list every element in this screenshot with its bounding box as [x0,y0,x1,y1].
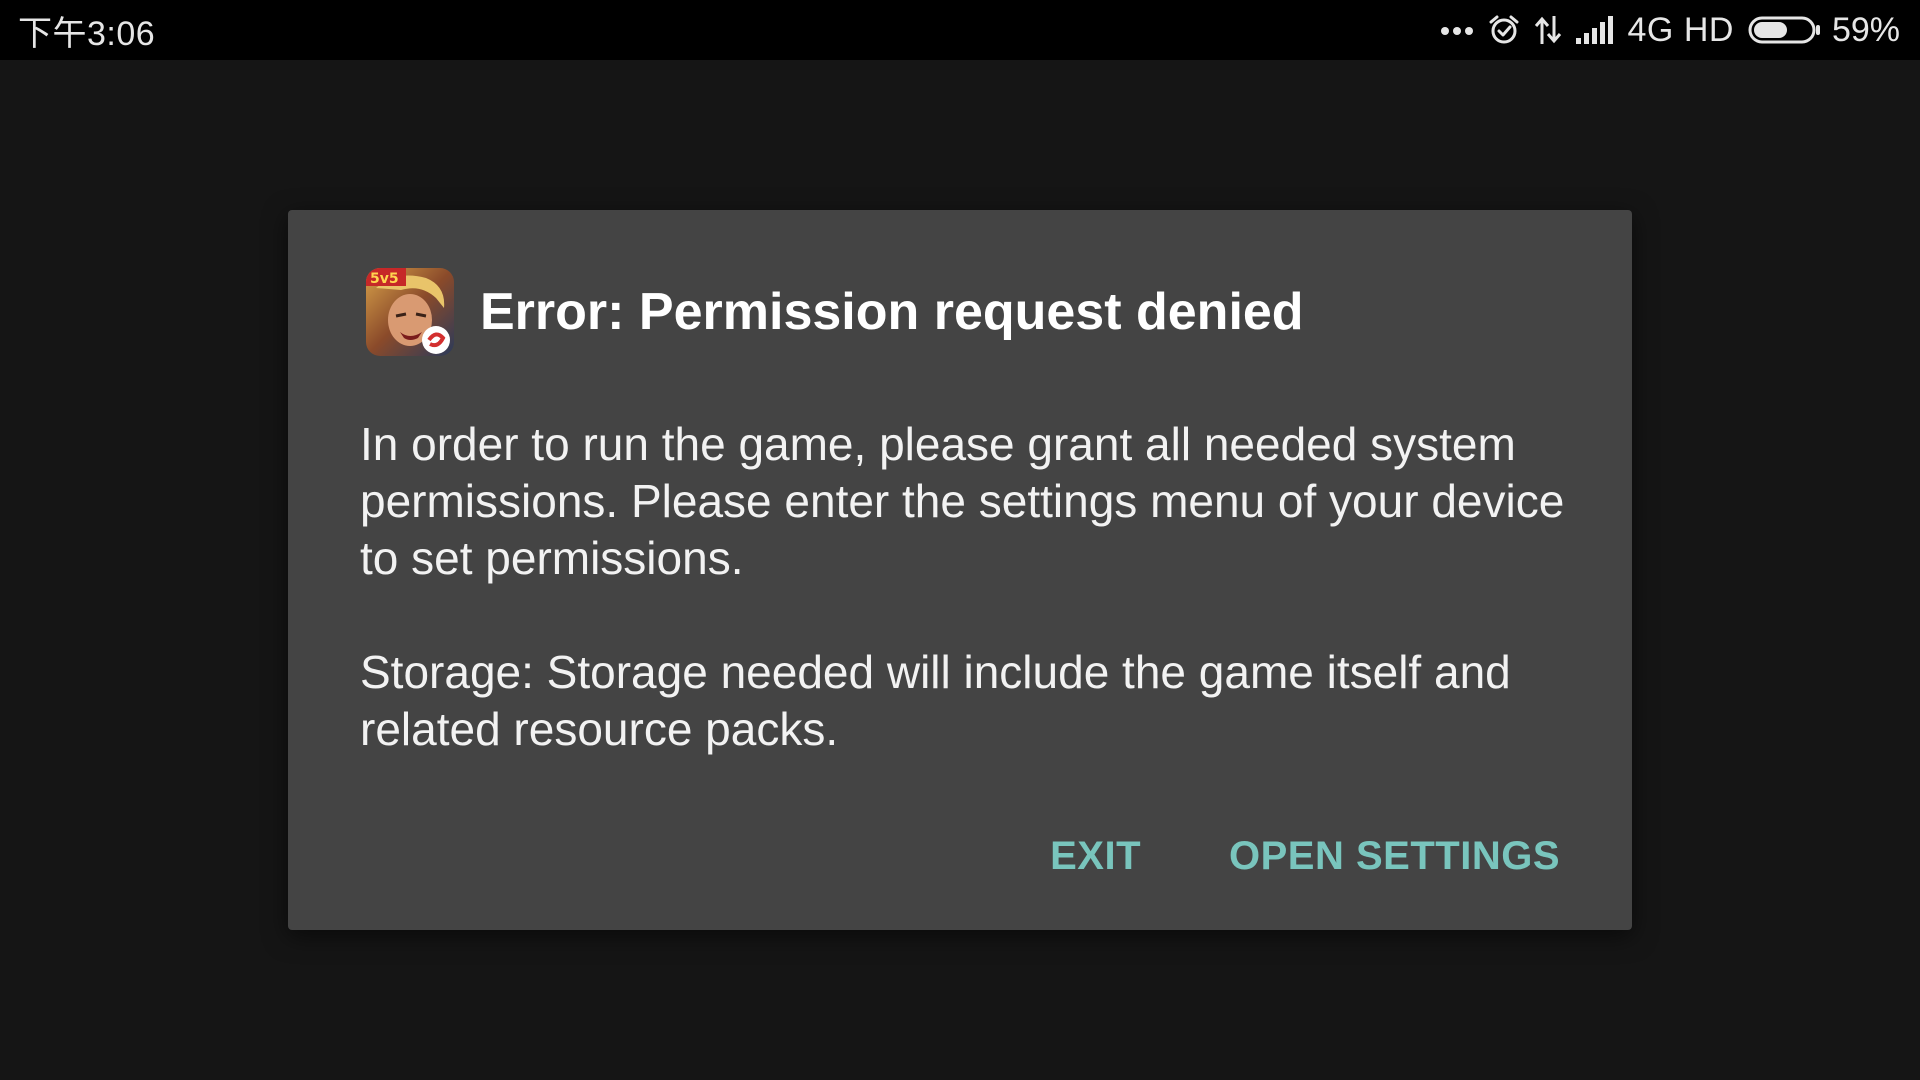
network-label: 4G HD [1627,10,1734,49]
storage-note: Storage: Storage needed will include the… [360,646,1511,755]
dialog-header: 5v5 Error: Permission request denied [366,268,1304,356]
alarm-icon [1488,14,1520,46]
dialog-body: In order to run the game, please grant a… [360,416,1580,815]
dialog-actions: EXIT OPEN SETTINGS [1050,828,1560,885]
open-settings-button[interactable]: OPEN SETTINGS [1229,828,1560,885]
battery: 59% [1748,11,1900,50]
icon-badge: 5v5 [370,271,399,287]
status-time: 下午3:06 [18,14,156,53]
dialog-title: Error: Permission request denied [480,283,1304,341]
game-app-icon: 5v5 [366,268,454,356]
signal-icon [1575,16,1614,44]
dialog-message: In order to run the game, please grant a… [360,418,1565,584]
more-dots-icon [1440,24,1474,36]
battery-icon [1748,15,1822,45]
exit-button[interactable]: EXIT [1050,828,1141,885]
data-transfer-icon [1534,14,1562,46]
status-icons: 4G HD 59% [1440,11,1900,50]
permission-error-dialog: 5v5 Error: Permission request denied In … [288,210,1632,930]
screen: 下午3:06 4G HD 59% 5v5 Error: Permission r… [0,0,1920,1080]
status-bar: 下午3:06 4G HD 59% [0,0,1920,60]
battery-percent: 59% [1831,10,1900,49]
